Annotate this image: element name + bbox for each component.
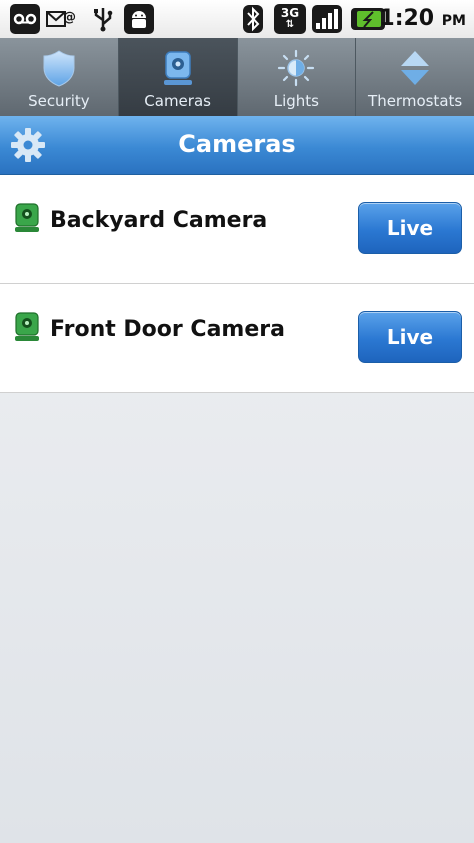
camera-name: Backyard Camera xyxy=(50,208,268,233)
android-icon xyxy=(124,4,154,34)
camera-icon xyxy=(163,51,192,85)
camera-icon xyxy=(15,203,39,232)
thermostat-icon xyxy=(401,51,430,85)
camera-list: Backyard Camera Live Front Door Camera L… xyxy=(0,175,474,393)
mail-icon: @ xyxy=(46,4,76,34)
live-button[interactable]: Live xyxy=(358,202,462,254)
page-header: Cameras xyxy=(0,116,474,175)
list-item[interactable]: Front Door Camera Live xyxy=(0,284,474,393)
shield-icon xyxy=(43,50,75,87)
tab-bar: Security Cameras Lights Thermostats xyxy=(0,38,474,116)
page-title: Cameras xyxy=(178,130,296,158)
clock: 1:20 PM xyxy=(379,6,466,31)
tab-lights[interactable]: Lights xyxy=(238,38,357,116)
list-item[interactable]: Backyard Camera Live xyxy=(0,175,474,284)
bluetooth-icon xyxy=(238,4,268,34)
tab-cameras[interactable]: Cameras xyxy=(118,38,238,116)
camera-name: Front Door Camera xyxy=(50,317,285,342)
svg-text:@: @ xyxy=(63,10,76,25)
voicemail-icon xyxy=(10,4,40,34)
live-button[interactable]: Live xyxy=(358,311,462,363)
tab-security[interactable]: Security xyxy=(0,38,119,116)
usb-icon xyxy=(88,4,118,34)
signal-icon xyxy=(312,4,342,34)
camera-icon xyxy=(15,312,39,341)
light-icon xyxy=(278,49,315,87)
network-3g-icon: 3G ⇅ xyxy=(274,4,306,34)
tab-thermostats[interactable]: Thermostats xyxy=(356,38,474,116)
status-bar: @ 3G ⇅ 1:20 PM xyxy=(0,0,474,39)
